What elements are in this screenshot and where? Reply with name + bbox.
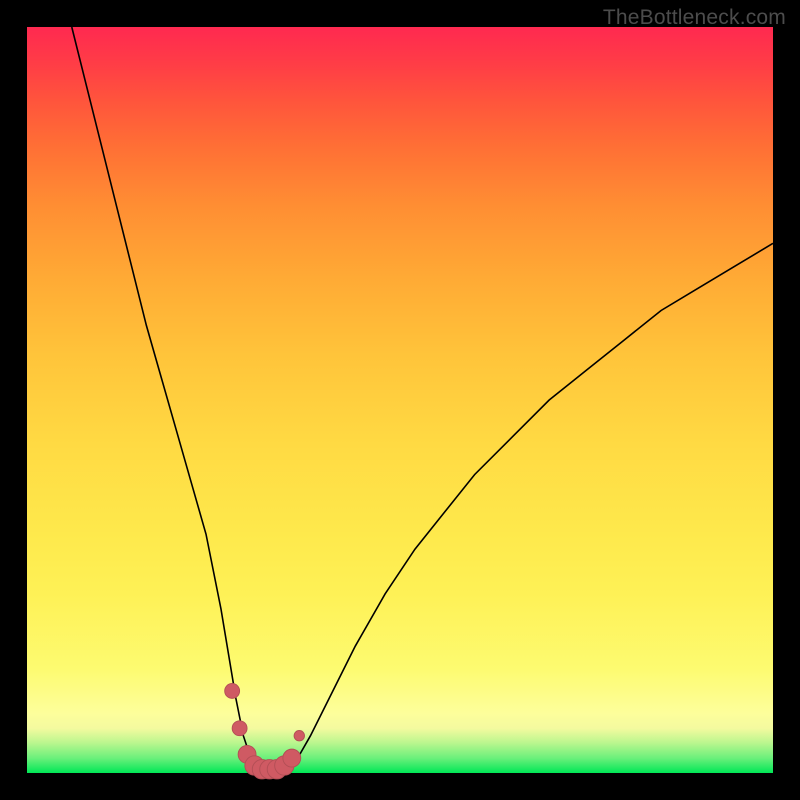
- watermark-text: TheBottleneck.com: [603, 6, 786, 30]
- marker-group: [225, 683, 305, 778]
- chart-frame: TheBottleneck.com: [0, 0, 800, 800]
- chart-svg: [27, 27, 773, 773]
- marker-point: [294, 730, 304, 740]
- marker-point: [225, 683, 240, 698]
- bottleneck-curve: [72, 27, 773, 773]
- marker-point: [283, 749, 301, 767]
- marker-point: [232, 721, 247, 736]
